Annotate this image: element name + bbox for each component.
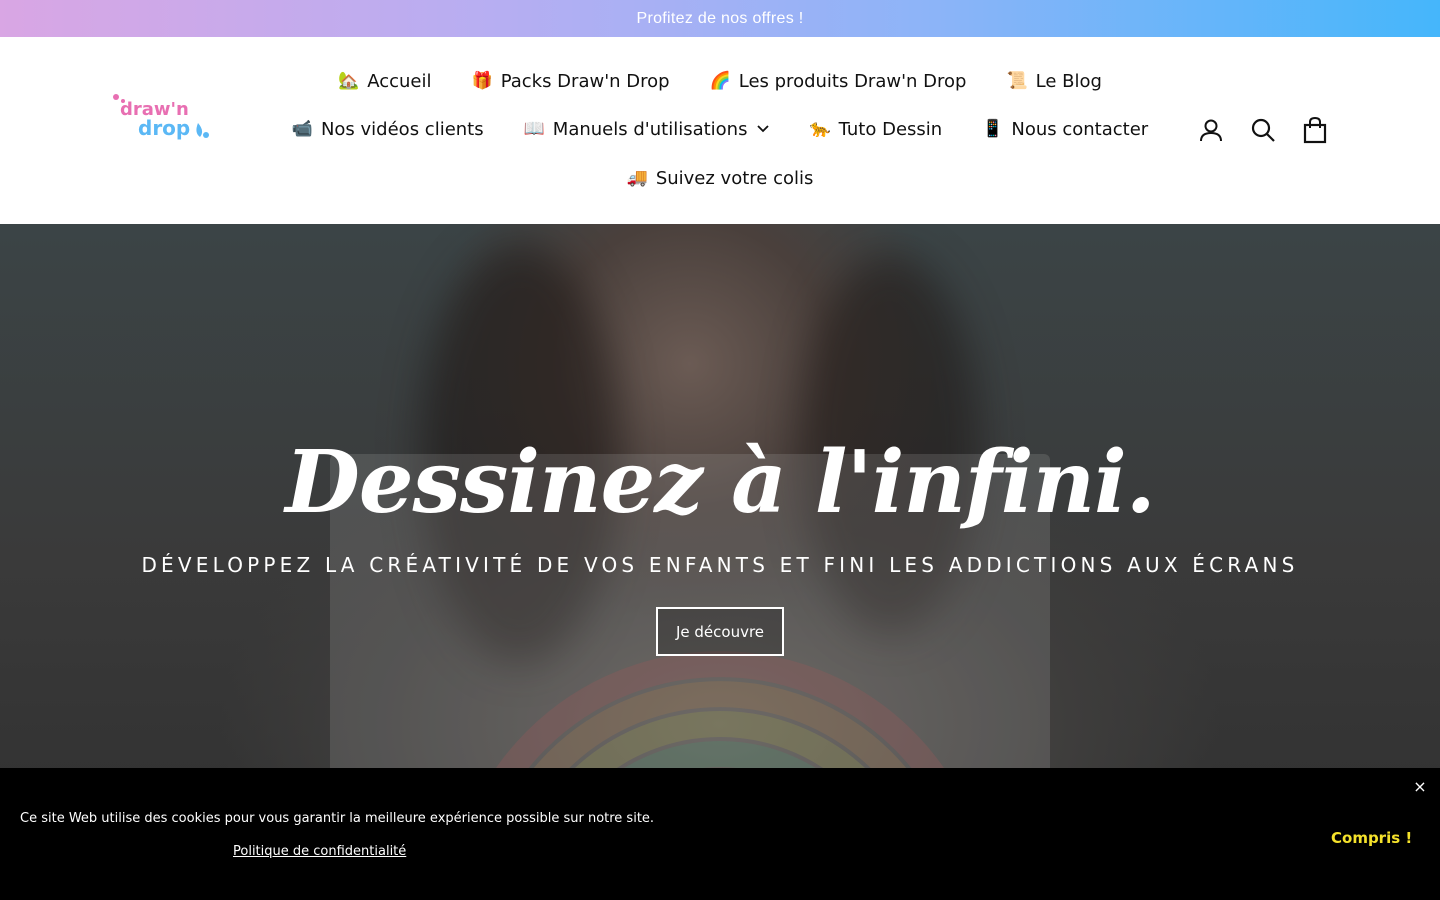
header-icons: [1196, 115, 1352, 145]
nav-label: Manuels d'utilisations: [552, 118, 748, 140]
video-camera-icon: 📹: [291, 119, 313, 139]
cookie-banner: × Ce site Web utilise des cookies pour v…: [0, 768, 1440, 900]
book-icon: 📖: [523, 119, 545, 139]
house-icon: 🏡: [338, 71, 360, 91]
nav-label: Suivez votre colis: [655, 167, 814, 189]
close-icon[interactable]: ×: [1410, 776, 1430, 796]
nav-item-manuels[interactable]: 📖 Manuels d'utilisations: [504, 113, 790, 145]
nav-label: Le Blog: [1035, 70, 1102, 92]
nav-item-blog[interactable]: 📜 Le Blog: [986, 65, 1121, 97]
scroll-icon: 📜: [1006, 71, 1028, 91]
account-icon[interactable]: [1196, 115, 1226, 145]
gift-icon: 🎁: [471, 71, 493, 91]
truck-icon: 🚚: [626, 168, 648, 188]
search-icon[interactable]: [1248, 115, 1278, 145]
nav-row-1: 🏡 Accueil 🎁 Packs Draw'n Drop 🌈 Les produit…: [0, 65, 1440, 97]
cookie-message: Ce site Web utilise des cookies pour vou…: [20, 811, 655, 826]
hero-subtitle: DÉVELOPPEZ LA CRÉATIVITÉ DE VOS ENFANTS …: [141, 553, 1299, 577]
accept-cookies-button[interactable]: Compris !: [1331, 829, 1412, 847]
nav-label: Packs Draw'n Drop: [500, 70, 670, 92]
nav-label: Les produits Draw'n Drop: [738, 70, 967, 92]
privacy-policy-link[interactable]: Politique de confidentialité: [233, 844, 406, 859]
nav-item-videos[interactable]: 📹 Nos vidéos clients: [272, 113, 504, 145]
nav-label: Nos vidéos clients: [320, 118, 484, 140]
nav-item-packs[interactable]: 🎁 Packs Draw'n Drop: [452, 65, 690, 97]
nav-item-accueil[interactable]: 🏡 Accueil: [318, 65, 451, 97]
discover-button[interactable]: Je découvre: [656, 607, 784, 656]
chevron-down-icon: [757, 125, 770, 133]
nav-label: Tuto Dessin: [838, 118, 943, 140]
phone-icon: 📱: [982, 119, 1004, 139]
hero-title: Dessinez à l'infini.: [285, 432, 1155, 533]
nav-label: Accueil: [367, 70, 432, 92]
announcement-text[interactable]: Profitez de nos offres !: [637, 10, 804, 28]
leopard-icon: 🐆: [809, 119, 831, 139]
site-header: draw'n drop 🏡 Accueil 🎁 Packs Draw'n Drop …: [0, 37, 1440, 224]
nav-item-suivi[interactable]: 🚚 Suivez votre colis: [607, 162, 834, 194]
nav-item-produits[interactable]: 🌈 Les produits Draw'n Drop: [690, 65, 987, 97]
announcement-bar[interactable]: Profitez de nos offres !: [0, 0, 1440, 37]
nav-item-contact[interactable]: 📱 Nous contacter: [962, 113, 1168, 145]
nav-label: Nous contacter: [1011, 118, 1149, 140]
nav-row-3: 🚚 Suivez votre colis: [0, 162, 1440, 194]
cart-icon[interactable]: [1300, 115, 1330, 145]
rainbow-icon: 🌈: [709, 71, 731, 91]
nav-item-tuto[interactable]: 🐆 Tuto Dessin: [789, 113, 962, 145]
